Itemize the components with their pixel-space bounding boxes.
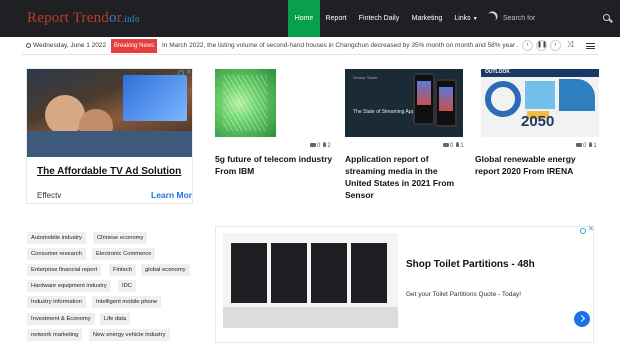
ad-left-image[interactable] [27, 69, 192, 157]
tag-idc[interactable]: IDC [118, 280, 136, 292]
post-meta-1: 02 [310, 142, 331, 149]
tag-global-economy[interactable]: global economy [141, 264, 190, 276]
moon-icon[interactable] [485, 12, 498, 25]
ad-bottom-desc: Get your Toilet Partitions Quote - Today… [406, 291, 522, 298]
tag-automobile-industry[interactable]: Automobile industry [27, 232, 86, 244]
thumb-text: The State of Streaming Apps [353, 109, 417, 115]
post-meta-2: 01 [443, 142, 464, 149]
nav-links[interactable]: Links ▼ [452, 0, 480, 37]
breaking-news-label: Breaking News [111, 39, 157, 53]
ad-bottom-title[interactable]: Shop Toilet Partitions - 48h [406, 259, 535, 270]
tag-electronic-commerce[interactable]: Electronic Commerce [92, 248, 156, 260]
nav-marketing[interactable]: Marketing [409, 0, 445, 37]
menu-icon[interactable] [586, 43, 595, 49]
ad-close-icon[interactable]: ✕ [186, 68, 192, 76]
tag-intelligent-mobile-phone[interactable]: Intelligent mobile phone [92, 296, 162, 308]
nav-home[interactable]: Home [288, 0, 320, 37]
learn-more-button[interactable]: Learn More › [151, 190, 192, 200]
ad-bottom-image[interactable] [223, 233, 398, 328]
nav-report[interactable]: Report [323, 0, 349, 37]
top-navbar: Report Trendor.info Home Report Fintech … [0, 0, 620, 37]
comment-icon [576, 143, 582, 147]
search-input[interactable] [503, 11, 593, 26]
thumb-brand: Sensor Tower [353, 75, 378, 80]
ticker-next-button[interactable]: › [550, 40, 561, 51]
tag-consumer-research[interactable]: Consumer research [27, 248, 86, 260]
comment-icon [443, 143, 449, 147]
tag-investment-economy[interactable]: Investment & Economy [27, 313, 95, 325]
tag-chinese-economy[interactable]: Chinese economy [93, 232, 148, 244]
chevron-down-icon: ▼ [472, 16, 478, 22]
ad-close-icon[interactable]: ✕ [588, 225, 594, 233]
tag-fintech[interactable]: Fintech [109, 264, 137, 276]
ticker-prev-button[interactable]: ‹ [522, 40, 533, 51]
ad-info-icon[interactable] [178, 70, 184, 76]
thumb-band-text: OUTLOOK [485, 69, 510, 75]
ticker-pause-button[interactable]: ❚❚ [536, 40, 547, 51]
news-ticker[interactable]: In March 2022, the listing volume of sec… [162, 37, 518, 54]
ad-left-title[interactable]: The Affordable TV Ad Solution [37, 166, 181, 177]
post-meta-3: 01 [576, 142, 597, 149]
tag-enterprise-financial-report[interactable]: Enterprise financial report [27, 264, 102, 276]
ad-left-brand: Effectv [37, 191, 62, 200]
flame-icon [323, 142, 327, 147]
nav-fintech-daily[interactable]: Fintech Daily [354, 0, 404, 37]
tag-new-energy-vehicle-industry[interactable]: New energy vehicle industry [89, 329, 170, 341]
tag-industry-information[interactable]: Industry information [27, 296, 86, 308]
ad-left[interactable]: The Affordable TV Ad Solution Effectv Le… [26, 68, 193, 204]
site-logo[interactable]: Report Trendor.info [27, 10, 140, 27]
post-title-3[interactable]: Global renewable energy report 2020 From… [475, 153, 595, 177]
post-thumbnail-1[interactable] [215, 69, 276, 137]
flame-icon [456, 142, 460, 147]
tag-hardware-equipment-industry[interactable]: Hardware equipment industry [27, 280, 111, 292]
post-title-2[interactable]: Application report of streaming media in… [345, 153, 465, 201]
shuffle-icon[interactable]: ⤨ [567, 40, 573, 50]
breaking-news-bar: Wednesday, June 1 2022 Breaking News In … [22, 37, 598, 55]
clock-icon [26, 43, 31, 48]
post-title-1[interactable]: 5g future of telecom industry From IBM [215, 153, 335, 177]
current-date: Wednesday, June 1 2022 [26, 37, 106, 54]
comment-icon [310, 143, 316, 147]
flame-icon [589, 142, 593, 147]
tag-life-data[interactable]: Life data [100, 313, 131, 325]
nav-links-label: Links [454, 15, 471, 22]
ad-bottom[interactable]: Shop Toilet Partitions - 48h Get your To… [215, 226, 594, 343]
post-thumbnail-2[interactable]: Sensor Tower The State of Streaming Apps [345, 69, 463, 137]
post-thumbnail-3[interactable]: OUTLOOK 2050 [481, 69, 599, 137]
thumb-year: 2050 [521, 113, 555, 130]
tag-network-marketing[interactable]: network marketing [27, 329, 83, 341]
ad-info-icon[interactable] [580, 228, 586, 234]
search-icon[interactable] [603, 14, 610, 21]
arrow-right-icon[interactable] [574, 311, 590, 327]
